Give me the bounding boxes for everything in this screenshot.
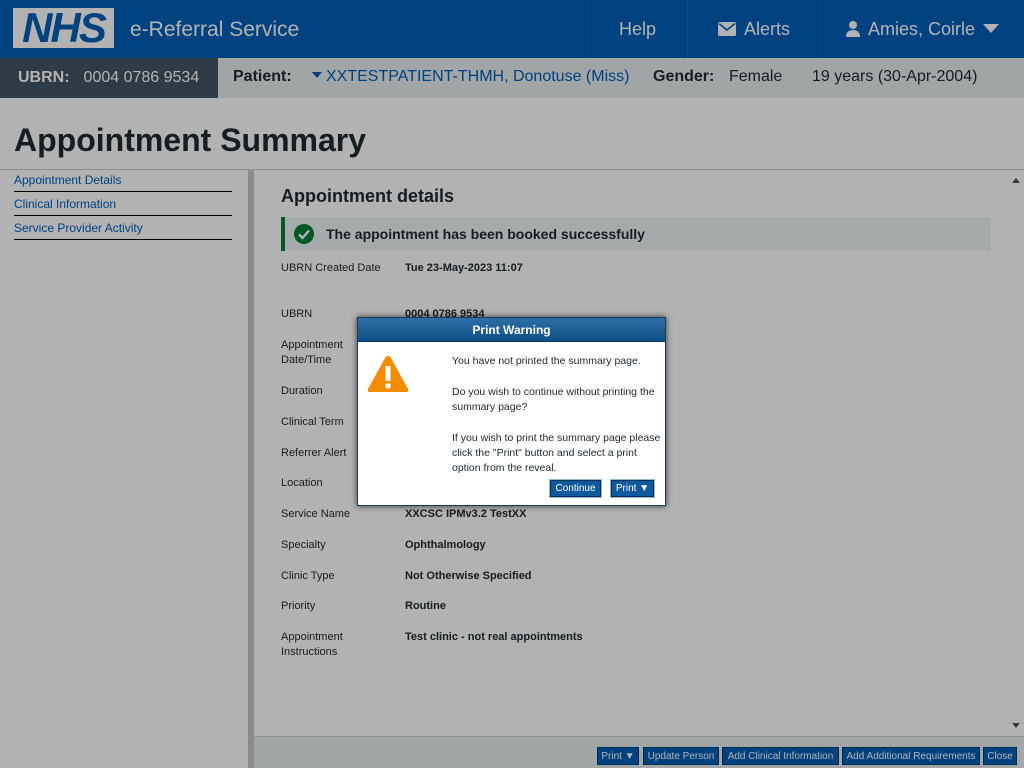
warning-icon	[367, 356, 409, 392]
dialog-line: You have not printed the summary page.	[452, 355, 641, 367]
dialog-line: Do you wish to continue without printing…	[452, 386, 655, 413]
continue-button[interactable]: Continue	[550, 480, 601, 497]
dialog-print-button[interactable]: Print ▼	[611, 480, 654, 497]
dialog-line: If you wish to print the summary page pl…	[452, 432, 661, 474]
print-warning-dialog: Print Warning You have not printed the s…	[357, 317, 666, 506]
dialog-message: You have not printed the summary page. D…	[452, 354, 666, 492]
dialog-title: Print Warning	[358, 318, 665, 342]
